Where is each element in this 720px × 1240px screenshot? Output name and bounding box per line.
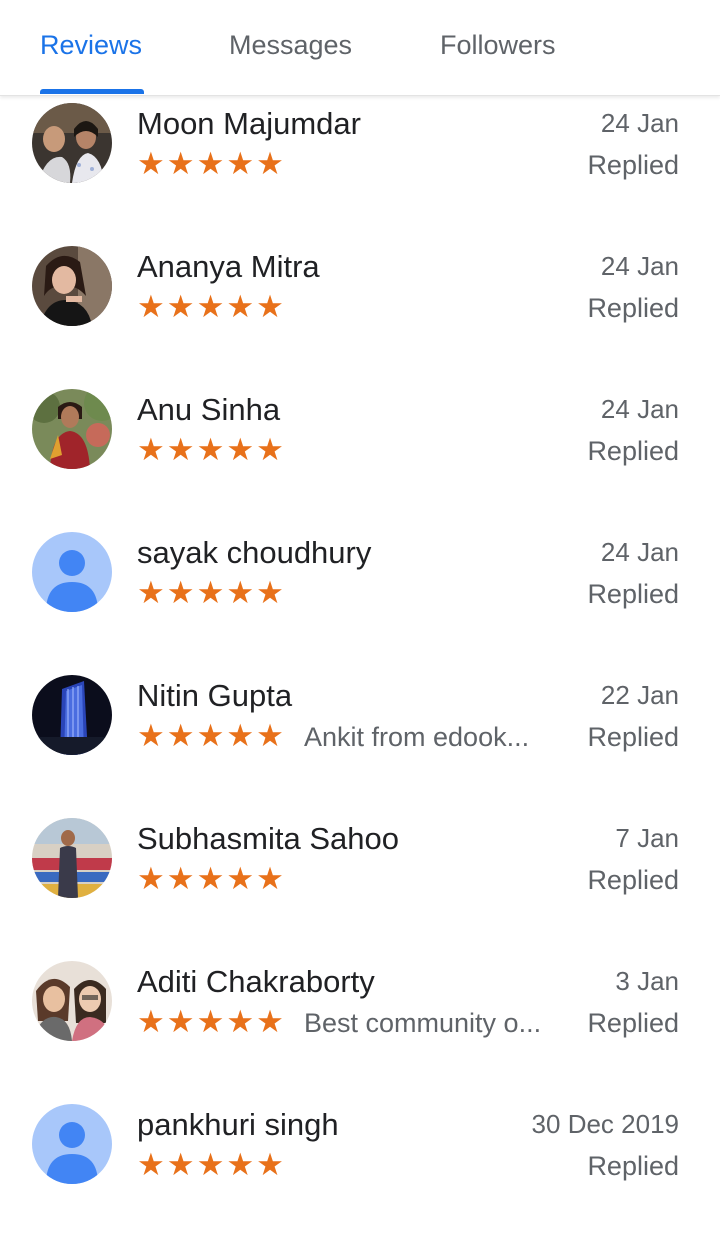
star-rating: ★★★★★ [137,432,286,468]
default-person-icon [32,1104,112,1184]
avatar [32,818,112,898]
review-snippet: Best community o... [304,1008,542,1038]
review-row[interactable]: Nitin Gupta ★★★★★ Ankit from edook... 22… [0,668,720,811]
review-row[interactable]: Aditi Chakraborty ★★★★★ Best community o… [0,954,720,1097]
star-rating: ★★★★★ [137,718,286,754]
avatar [32,389,112,469]
star-rating: ★★★★★ [137,861,286,897]
reviewer-name: Ananya Mitra [137,249,320,284]
user-photo-icon [32,103,112,183]
user-photo-icon [32,818,112,898]
reply-status: Replied [587,579,679,609]
avatar [32,246,112,326]
review-date: 24 Jan [600,251,679,281]
review-row[interactable]: Anu Sinha ★★★★★ 24 Jan Replied [0,382,720,525]
star-rating: ★★★★★ [137,1004,286,1040]
reply-status: Replied [587,1008,679,1038]
tab-messages[interactable]: Messages [229,30,352,61]
tab-reviews[interactable]: Reviews [40,30,142,61]
star-rating: ★★★★★ [137,146,286,182]
reviews-list: Moon Majumdar ★★★★★ 24 Jan Replied Anany… [0,0,720,1200]
review-row[interactable]: sayak choudhury ★★★★★ 24 Jan Replied [0,525,720,668]
user-photo-icon [32,675,112,755]
user-photo-icon [32,246,112,326]
review-row[interactable]: Ananya Mitra ★★★★★ 24 Jan Replied [0,239,720,382]
reply-status: Replied [587,865,679,895]
reviewer-name: Aditi Chakraborty [137,964,375,999]
reviewer-name: Moon Majumdar [137,106,361,141]
avatar [32,103,112,183]
reviewer-name: sayak choudhury [137,535,372,570]
review-date: 7 Jan [615,823,679,853]
review-row[interactable]: Moon Majumdar ★★★★★ 24 Jan Replied [0,96,720,239]
reviewer-name: pankhuri singh [137,1107,339,1142]
review-snippet: Ankit from edook... [304,722,530,752]
review-date: 24 Jan [600,394,679,424]
reviewer-name: Anu Sinha [137,392,281,427]
review-date: 22 Jan [600,680,679,710]
avatar [32,675,112,755]
review-row[interactable]: Subhasmita Sahoo ★★★★★ 7 Jan Replied [0,811,720,954]
avatar [32,532,112,612]
tab-bar: Reviews Messages Followers [0,0,720,96]
review-date: 24 Jan [600,108,679,138]
review-row[interactable]: pankhuri singh ★★★★★ 30 Dec 2019 Replied [0,1097,720,1240]
avatar [32,961,112,1041]
review-date: 24 Jan [600,537,679,567]
default-person-icon [32,532,112,612]
reviewer-name: Subhasmita Sahoo [137,821,399,856]
user-photo-icon [32,961,112,1041]
user-photo-icon [32,389,112,469]
star-rating: ★★★★★ [137,575,286,611]
reply-status: Replied [587,1151,679,1181]
avatar [32,1104,112,1184]
reply-status: Replied [587,293,679,323]
active-tab-indicator [40,89,144,94]
reply-status: Replied [587,436,679,466]
review-date: 30 Dec 2019 [531,1109,679,1139]
tab-followers[interactable]: Followers [440,30,556,61]
star-rating: ★★★★★ [137,1147,286,1183]
reply-status: Replied [587,150,679,180]
reply-status: Replied [587,722,679,752]
reviewer-name: Nitin Gupta [137,678,293,713]
star-rating: ★★★★★ [137,289,286,325]
review-date: 3 Jan [615,966,679,996]
